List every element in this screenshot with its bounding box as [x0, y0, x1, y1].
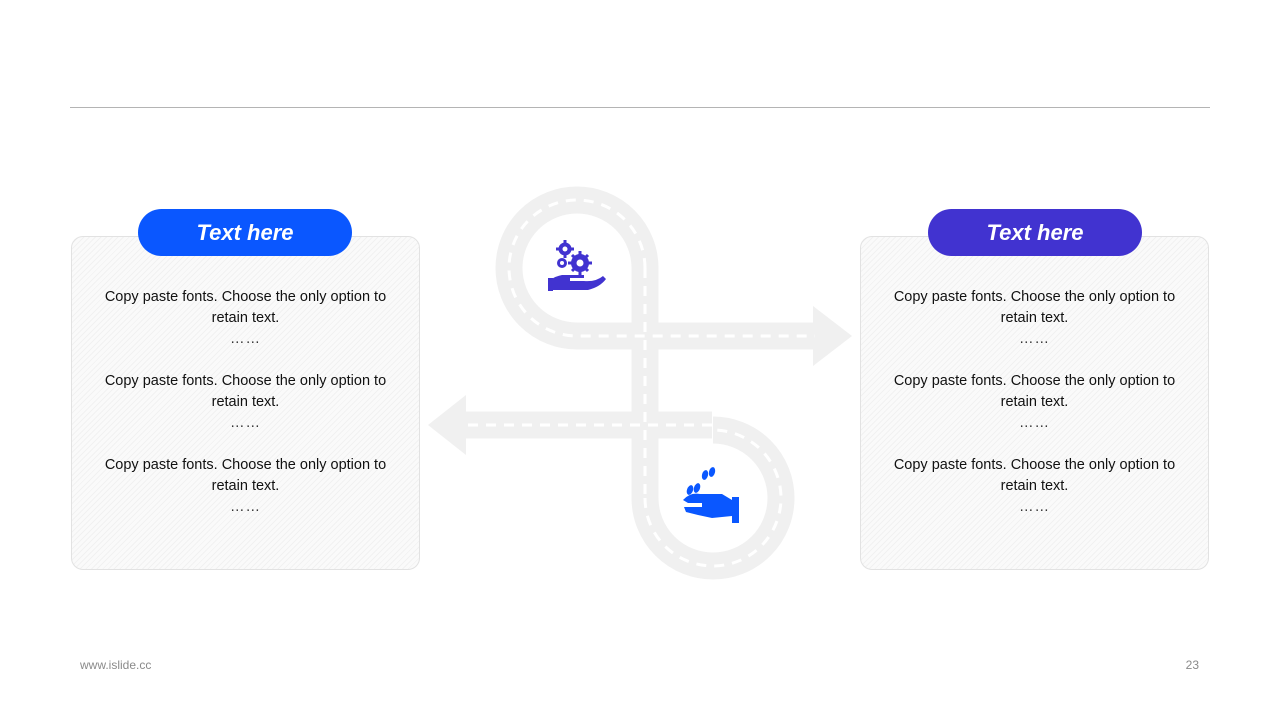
coins-hand-icon [683, 467, 739, 523]
item-ellipsis: …… [1019, 331, 1050, 347]
list-item: Copy paste fonts. Choose the only option… [72, 455, 419, 518]
right-info-panel: Copy paste fonts. Choose the only option… [860, 236, 1209, 570]
bottom-loop-center [659, 444, 767, 552]
list-item: Copy paste fonts. Choose the only option… [861, 455, 1208, 518]
list-item: Copy paste fonts. Choose the only option… [861, 371, 1208, 434]
left-arrowhead [428, 395, 466, 455]
road-surface [465, 186, 815, 580]
footer-website: www.islide.cc [80, 658, 152, 672]
item-ellipsis: …… [230, 415, 261, 431]
top-divider [70, 107, 1210, 108]
right-arrowhead [813, 306, 852, 366]
item-text: Copy paste fonts. Choose the only option… [104, 289, 387, 326]
item-ellipsis: …… [230, 499, 261, 515]
list-item: Copy paste fonts. Choose the only option… [72, 371, 419, 434]
left-info-panel: Copy paste fonts. Choose the only option… [71, 236, 420, 570]
top-loop-center [523, 214, 631, 322]
item-ellipsis: …… [230, 331, 261, 347]
left-item-list: Copy paste fonts. Choose the only option… [72, 287, 419, 539]
page-number: 23 [1185, 658, 1199, 672]
right-item-list: Copy paste fonts. Choose the only option… [861, 287, 1208, 539]
right-title-pill: Text here [928, 209, 1142, 256]
item-text: Copy paste fonts. Choose the only option… [893, 289, 1176, 326]
list-item: Copy paste fonts. Choose the only option… [72, 287, 419, 350]
item-text: Copy paste fonts. Choose the only option… [893, 373, 1176, 410]
item-text: Copy paste fonts. Choose the only option… [893, 457, 1176, 494]
item-ellipsis: …… [1019, 415, 1050, 431]
left-title-pill: Text here [138, 209, 352, 256]
gears-hand-icon [548, 240, 606, 291]
item-text: Copy paste fonts. Choose the only option… [104, 457, 387, 494]
road-lane-markings [465, 198, 815, 568]
item-ellipsis: …… [1019, 499, 1050, 515]
list-item: Copy paste fonts. Choose the only option… [861, 287, 1208, 350]
item-text: Copy paste fonts. Choose the only option… [104, 373, 387, 410]
